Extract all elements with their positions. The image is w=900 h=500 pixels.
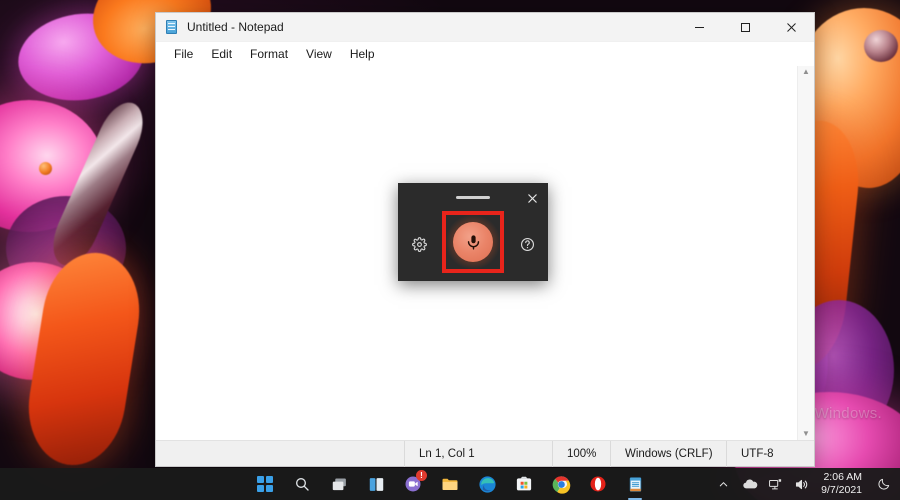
- help-circle-icon[interactable]: [516, 233, 538, 255]
- moon-icon[interactable]: [875, 476, 892, 493]
- taskbar-item-notepad[interactable]: [622, 471, 648, 497]
- speaker-icon[interactable]: [793, 476, 810, 493]
- status-line-ending: Windows (CRLF): [610, 441, 726, 467]
- menu-item-format[interactable]: Format: [241, 45, 297, 63]
- taskbar-item-file-explorer[interactable]: [437, 471, 463, 497]
- gear-icon[interactable]: [408, 233, 430, 255]
- chrome-icon: [552, 475, 571, 494]
- status-zoom-level: 100%: [552, 441, 610, 467]
- clock-time: 2:06 AM: [823, 471, 862, 484]
- taskbar[interactable]: !: [0, 468, 900, 500]
- drag-handle-icon[interactable]: [456, 196, 490, 199]
- window-title: Untitled - Notepad: [187, 20, 676, 34]
- chat-badge: !: [416, 470, 427, 481]
- opera-icon: [589, 475, 607, 493]
- system-tray: 2:06 AM 9/7/2021: [715, 471, 892, 497]
- taskbar-item-chat[interactable]: !: [400, 471, 426, 497]
- status-encoding: UTF-8: [726, 441, 814, 467]
- taskbar-item-widgets[interactable]: [363, 471, 389, 497]
- notepad-status-bar: Ln 1, Col 1 100% Windows (CRLF) UTF-8: [156, 440, 814, 466]
- widgets-icon: [368, 476, 385, 493]
- notepad-menubar[interactable]: File Edit Format View Help: [156, 42, 814, 66]
- voice-panel-titlebar[interactable]: [398, 183, 548, 213]
- voice-typing-panel[interactable]: [398, 183, 548, 281]
- search-icon: [294, 476, 310, 492]
- scroll-up-arrow[interactable]: ▲: [802, 68, 810, 76]
- vertical-scrollbar[interactable]: ▲ ▼: [797, 66, 814, 440]
- taskbar-item-search[interactable]: [289, 471, 315, 497]
- notepad-taskbar-icon: [627, 476, 644, 493]
- status-line-column: Ln 1, Col 1: [404, 441, 552, 467]
- taskbar-item-start[interactable]: [252, 471, 278, 497]
- edge-icon: [478, 475, 497, 494]
- notepad-titlebar[interactable]: Untitled - Notepad: [156, 13, 814, 42]
- task-view-icon: [331, 476, 348, 493]
- minimize-button[interactable]: [676, 13, 722, 42]
- cloud-icon[interactable]: [741, 476, 758, 493]
- voice-close-button[interactable]: [522, 188, 542, 208]
- wallpaper-blob-dot: [39, 162, 52, 175]
- mic-highlight-box: [442, 211, 504, 273]
- menu-item-help[interactable]: Help: [341, 45, 384, 63]
- clock[interactable]: 2:06 AM 9/7/2021: [821, 471, 862, 497]
- scroll-down-arrow[interactable]: ▼: [802, 430, 810, 438]
- taskbar-item-store[interactable]: [511, 471, 537, 497]
- desktop[interactable]: Windows. Untitled - Notepad File Edit: [0, 0, 900, 500]
- chevron-up-icon[interactable]: [715, 476, 732, 493]
- store-icon: [515, 475, 533, 493]
- taskbar-icons: !: [252, 471, 648, 497]
- notepad-icon: [164, 19, 180, 35]
- microphone-icon: [465, 234, 482, 251]
- clock-date: 9/7/2021: [821, 484, 862, 497]
- folder-icon: [441, 475, 459, 493]
- taskbar-item-chrome[interactable]: [548, 471, 574, 497]
- taskbar-item-edge[interactable]: [474, 471, 500, 497]
- taskbar-item-opera[interactable]: [585, 471, 611, 497]
- close-button[interactable]: [768, 13, 814, 42]
- menu-item-file[interactable]: File: [165, 45, 202, 63]
- microphone-button[interactable]: [453, 222, 493, 262]
- network-icon[interactable]: [767, 476, 784, 493]
- menu-item-edit[interactable]: Edit: [202, 45, 241, 63]
- wallpaper-blob-pearl: [864, 30, 898, 62]
- taskbar-item-task-view[interactable]: [326, 471, 352, 497]
- maximize-button[interactable]: [722, 13, 768, 42]
- menu-item-view[interactable]: View: [297, 45, 341, 63]
- windows-logo-icon: [257, 476, 273, 492]
- voice-panel-controls: [398, 213, 548, 281]
